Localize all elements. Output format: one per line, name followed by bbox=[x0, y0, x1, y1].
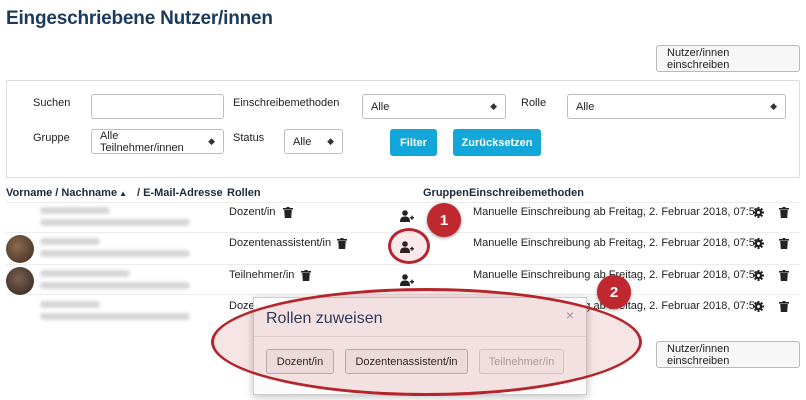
gear-icon[interactable] bbox=[753, 270, 764, 281]
user-plus-icon[interactable] bbox=[400, 274, 414, 286]
trash-icon[interactable] bbox=[301, 270, 311, 281]
row-separator bbox=[6, 202, 800, 203]
enrol-methods-label: Einschreibemethoden bbox=[233, 97, 340, 109]
header-email[interactable]: / E-Mail-Adresse bbox=[137, 187, 223, 199]
trash-icon[interactable] bbox=[779, 301, 789, 312]
user-plus-icon[interactable] bbox=[400, 210, 414, 222]
enrol-method-text: Manuelle Einschreibung ab Freitag, 2. Fe… bbox=[473, 237, 762, 249]
header-name[interactable]: Vorname / Nachname ▲ bbox=[6, 187, 127, 199]
group-label: Gruppe bbox=[33, 132, 70, 144]
group-value: Alle Teilnehmer/innen bbox=[100, 129, 184, 154]
search-label: Suchen bbox=[33, 97, 71, 109]
role-label: Dozent/in bbox=[229, 206, 276, 218]
blurred-name bbox=[40, 270, 130, 277]
trash-icon[interactable] bbox=[779, 238, 789, 249]
reset-button[interactable]: Zurücksetzen bbox=[453, 129, 541, 156]
row-separator bbox=[6, 264, 800, 265]
header-enrol-methods: Einschreibemethoden bbox=[469, 187, 584, 199]
avatar bbox=[6, 235, 34, 263]
header-groups: Gruppen bbox=[423, 187, 469, 199]
status-label: Status bbox=[233, 132, 265, 144]
annotation-badge-2: 2 bbox=[597, 275, 631, 309]
enrol-users-button-top[interactable]: Nutzer/innen einschreiben bbox=[656, 45, 800, 72]
blurred-email bbox=[40, 313, 190, 320]
status-value: Alle bbox=[293, 135, 312, 148]
enrol-methods-select[interactable]: Alle ◆ bbox=[362, 94, 506, 119]
blurred-name bbox=[40, 207, 110, 214]
filter-panel: Suchen Einschreibemethoden Alle ◆ Rolle … bbox=[6, 80, 800, 178]
select-arrows-icon: ◆ bbox=[208, 136, 215, 146]
blurred-name bbox=[40, 301, 100, 308]
role-label: Rolle bbox=[521, 97, 547, 109]
blurred-email bbox=[40, 282, 190, 289]
enrol-method-text: Manuelle Einschreibung ab Freitag, 2. Fe… bbox=[473, 206, 762, 218]
trash-icon[interactable] bbox=[779, 207, 789, 218]
role-value: Alle bbox=[576, 100, 595, 113]
header-roles: Rollen bbox=[227, 187, 261, 199]
status-select[interactable]: Alle ◆ bbox=[284, 129, 343, 154]
select-arrows-icon: ◆ bbox=[327, 136, 334, 146]
trash-icon[interactable] bbox=[283, 207, 293, 218]
blurred-email bbox=[40, 250, 190, 257]
role-select[interactable]: Alle ◆ bbox=[567, 94, 786, 119]
trash-icon[interactable] bbox=[779, 270, 789, 281]
annotation-highlight-2 bbox=[211, 288, 642, 396]
filter-button[interactable]: Filter bbox=[390, 129, 437, 156]
search-input[interactable] bbox=[91, 94, 224, 119]
gear-icon[interactable] bbox=[753, 238, 764, 249]
blurred-email bbox=[40, 219, 190, 226]
annotation-badge-1: 1 bbox=[427, 203, 461, 237]
gear-icon[interactable] bbox=[753, 301, 764, 312]
group-select[interactable]: Alle Teilnehmer/innen ◆ bbox=[91, 129, 224, 154]
select-arrows-icon: ◆ bbox=[770, 101, 777, 111]
caret-up-icon: ▲ bbox=[119, 189, 127, 198]
gear-icon[interactable] bbox=[753, 207, 764, 218]
page-title: Eingeschriebene Nutzer/innen bbox=[6, 8, 273, 29]
annotation-highlight-1 bbox=[388, 228, 430, 264]
blurred-name bbox=[40, 238, 100, 245]
enrol-users-button-bottom[interactable]: Nutzer/innen einschreiben bbox=[656, 341, 800, 368]
avatar bbox=[6, 267, 34, 295]
trash-icon[interactable] bbox=[337, 238, 347, 249]
role-label: Teilnehmer/in bbox=[229, 269, 295, 281]
role-label: Dozentenassistent/in bbox=[229, 237, 332, 249]
enrol-methods-value: Alle bbox=[371, 100, 390, 113]
header-name-label: Vorname / Nachname bbox=[6, 187, 118, 199]
select-arrows-icon: ◆ bbox=[490, 101, 497, 111]
